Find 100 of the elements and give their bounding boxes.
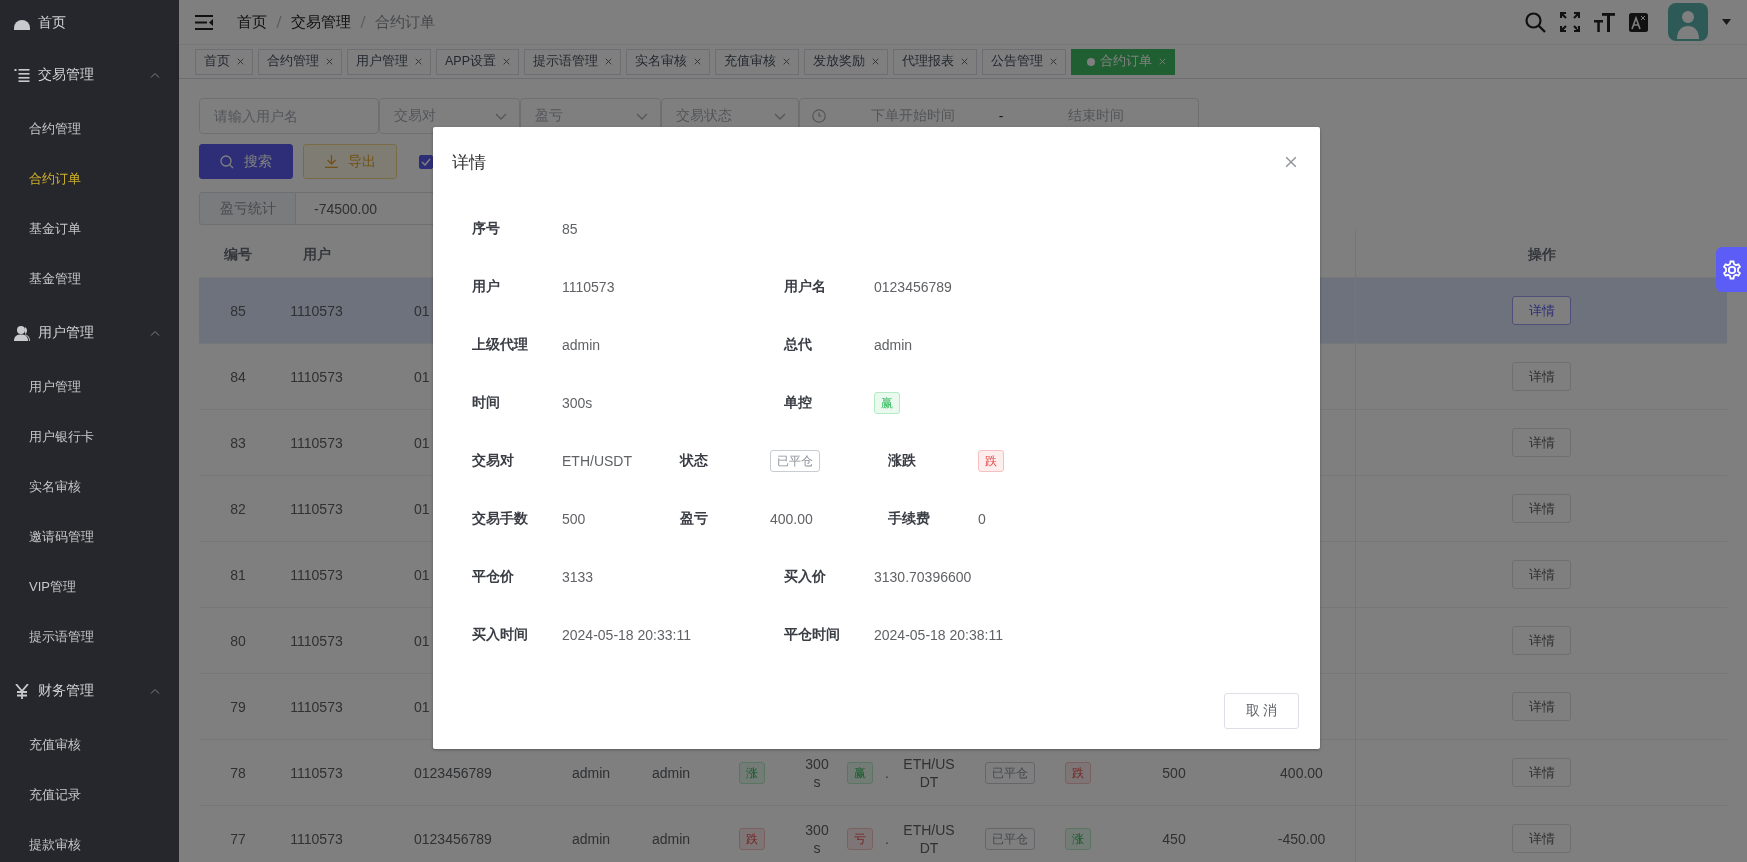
sidebar-item[interactable]: 用户管理 bbox=[0, 362, 179, 412]
sidebar-item[interactable]: 首页 bbox=[0, 0, 179, 46]
slash-icon bbox=[276, 15, 282, 29]
tab[interactable]: 实名审核 bbox=[626, 48, 710, 75]
sidebar-item[interactable]: 基金订单 bbox=[0, 204, 179, 254]
close-icon[interactable] bbox=[503, 58, 510, 65]
detail-button[interactable]: 详情 bbox=[1512, 428, 1571, 457]
dot-icon bbox=[1087, 57, 1095, 66]
tab[interactable]: 提示语管理 bbox=[524, 48, 621, 75]
close-icon[interactable] bbox=[326, 58, 333, 65]
field-value: 400.00 bbox=[770, 511, 813, 527]
menu-icon[interactable] bbox=[195, 14, 213, 30]
sidebar-group[interactable]: 交易管理 bbox=[38, 66, 94, 84]
detail-button[interactable]: 详情 bbox=[1512, 494, 1571, 523]
tab[interactable]: 用户管理 bbox=[347, 48, 431, 75]
settings-button[interactable] bbox=[1716, 247, 1747, 292]
caret-down-icon[interactable] bbox=[1722, 19, 1731, 25]
breadcrumb-item[interactable]: 交易管理 bbox=[291, 12, 351, 32]
table-cell: 1110573 bbox=[290, 500, 343, 517]
tab[interactable]: 合约管理 bbox=[258, 48, 342, 75]
table-cell: 1110573 bbox=[290, 434, 343, 451]
dialog-title: 详情 bbox=[452, 151, 486, 174]
table-cell: 1110573 bbox=[290, 698, 343, 715]
sidebar-item[interactable]: 提款审核 bbox=[0, 820, 179, 862]
tab[interactable]: 合约订单 bbox=[1071, 48, 1175, 75]
avatar-icon[interactable] bbox=[1668, 3, 1708, 41]
detail-button[interactable]: 详情 bbox=[1512, 296, 1571, 325]
breadcrumb-item[interactable]: 首页 bbox=[237, 12, 267, 32]
tab[interactable]: 充值审核 bbox=[715, 48, 799, 75]
status-tag: 赢 bbox=[874, 392, 900, 414]
list-icon bbox=[14, 68, 30, 82]
sidebar-item[interactable]: 充值记录 bbox=[0, 770, 179, 820]
close-icon[interactable] bbox=[694, 58, 701, 65]
tab[interactable]: APP设置 bbox=[436, 48, 519, 75]
search-icon bbox=[220, 154, 234, 169]
field-value: 3130.70396600 bbox=[874, 569, 972, 585]
field-value: admin bbox=[874, 337, 913, 353]
close-icon[interactable] bbox=[961, 58, 968, 65]
tab[interactable]: 代理报表 bbox=[893, 48, 977, 75]
sidebar-item[interactable]: 提示语管理 bbox=[0, 612, 179, 662]
table-cell: 79 bbox=[230, 698, 246, 715]
status-tag: 亏 bbox=[847, 827, 873, 850]
detail-button[interactable]: 详情 bbox=[1512, 824, 1571, 853]
table-cell: . bbox=[885, 830, 889, 847]
field-label: 上级代理 bbox=[472, 336, 529, 354]
tab[interactable]: 发放奖励 bbox=[804, 48, 888, 75]
text-size-icon[interactable] bbox=[1594, 12, 1615, 32]
field-label: 总代 bbox=[784, 336, 813, 354]
sidebar-item[interactable]: 合约管理 bbox=[0, 104, 179, 154]
search-icon[interactable] bbox=[1525, 11, 1546, 33]
sidebar-item[interactable]: VIP管理 bbox=[0, 562, 179, 612]
fullscreen-icon[interactable] bbox=[1560, 12, 1580, 32]
sidebar-group[interactable]: 用户管理 bbox=[38, 324, 94, 342]
sidebar-group[interactable]: 财务管理 bbox=[38, 682, 94, 700]
tab[interactable]: 首页 bbox=[195, 48, 253, 75]
table-cell: 84 bbox=[230, 368, 246, 385]
table-cell: 83 bbox=[230, 434, 246, 451]
status-tag: 跌 bbox=[978, 450, 1004, 472]
field-label: 单控 bbox=[784, 394, 813, 412]
table-cell: 01 bbox=[414, 632, 430, 649]
detail-button[interactable]: 详情 bbox=[1512, 692, 1571, 721]
close-icon[interactable] bbox=[237, 58, 244, 65]
table-cell: 80 bbox=[230, 632, 246, 649]
search-button[interactable]: 搜索 bbox=[199, 144, 293, 179]
table-cell: admin bbox=[571, 830, 611, 847]
cancel-button[interactable]: 取 消 bbox=[1224, 693, 1299, 729]
table-cell: admin bbox=[571, 764, 611, 781]
field-value: 300s bbox=[562, 395, 593, 411]
sidebar-item[interactable]: 基金管理 bbox=[0, 254, 179, 304]
sidebar-item[interactable]: 实名审核 bbox=[0, 462, 179, 512]
field-label: 交易手数 bbox=[472, 510, 529, 528]
tab[interactable]: 公告管理 bbox=[982, 48, 1066, 75]
close-icon[interactable] bbox=[605, 58, 612, 65]
close-icon[interactable] bbox=[1285, 156, 1297, 168]
table-cell: 01 bbox=[414, 566, 430, 583]
sidebar-item[interactable]: 邀请码管理 bbox=[0, 512, 179, 562]
close-icon[interactable] bbox=[783, 58, 790, 65]
field-value: 0 bbox=[978, 511, 986, 527]
table-cell: 01 bbox=[414, 698, 430, 715]
status-tag: 已平仓 bbox=[770, 450, 820, 472]
sidebar-item[interactable]: 用户银行卡 bbox=[0, 412, 179, 462]
column-header: 编号 bbox=[223, 244, 253, 263]
status-tag: 赢 bbox=[847, 761, 873, 784]
detail-button[interactable]: 详情 bbox=[1512, 626, 1571, 655]
translate-icon[interactable] bbox=[1629, 12, 1648, 32]
table-cell: 1110573 bbox=[290, 302, 343, 319]
field-value: 0123456789 bbox=[874, 279, 952, 295]
close-icon[interactable] bbox=[1050, 58, 1057, 65]
detail-button[interactable]: 详情 bbox=[1512, 758, 1571, 787]
close-icon[interactable] bbox=[415, 58, 422, 65]
sidebar-item[interactable]: 合约订单 bbox=[0, 154, 179, 204]
sidebar-item[interactable]: 充值审核 bbox=[0, 720, 179, 770]
close-icon[interactable] bbox=[872, 58, 879, 65]
checkbox[interactable] bbox=[419, 154, 433, 169]
field-label: 涨跌 bbox=[888, 452, 917, 470]
table-cell: ETH/USDT bbox=[903, 821, 955, 856]
status-tag: 跌 bbox=[1065, 761, 1091, 784]
detail-button[interactable]: 详情 bbox=[1512, 560, 1571, 589]
table-cell: 82 bbox=[230, 500, 246, 517]
detail-button[interactable]: 详情 bbox=[1512, 362, 1571, 391]
